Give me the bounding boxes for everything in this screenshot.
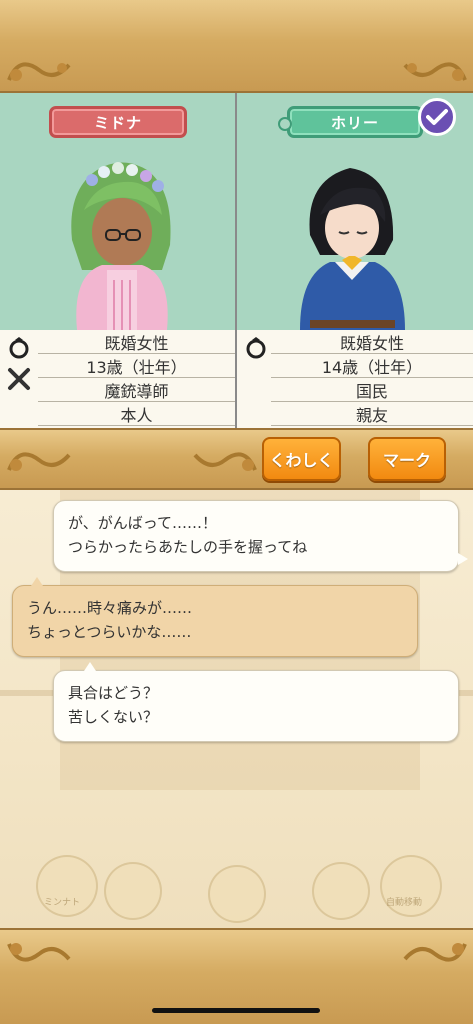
- ring-icon: [243, 336, 269, 360]
- home-indicator[interactable]: [152, 1008, 320, 1013]
- right-info-age: 14歳（壮年）: [271, 354, 473, 378]
- left-info-relation: 本人: [38, 402, 235, 426]
- dialog-line: 具合はどう？: [68, 684, 159, 702]
- ghost-help-button: [104, 862, 162, 920]
- dialog-line: つらかったらあたしの手を握ってね: [68, 538, 308, 556]
- left-info-age: 13歳（壮年）: [38, 354, 235, 378]
- bottom-frame: [0, 928, 473, 1024]
- right-info-relation: 親友: [271, 402, 473, 426]
- ring-icon: [6, 336, 32, 360]
- dialog-line: うん……時々痛みが……: [27, 599, 193, 617]
- corner-ornament-icon: [4, 934, 74, 974]
- corner-ornament-icon: [4, 440, 74, 480]
- ghost-up-button: [208, 865, 266, 923]
- right-character-info: 既婚女性 14歳（壮年） 国民 親友: [237, 330, 473, 428]
- dialog-line: 苦しくない？: [68, 708, 159, 726]
- crossed-guns-icon: [6, 367, 32, 391]
- dialog-bubble: うん……時々痛みが…… ちょっとつらいかな……: [12, 577, 418, 657]
- ghost-label-menu: ミンナト: [44, 898, 81, 908]
- left-info-status: 既婚女性: [38, 330, 235, 354]
- corner-ornament-icon: [4, 50, 74, 90]
- left-character-name: ミドナ: [49, 106, 187, 138]
- ghost-action-button: [312, 862, 370, 920]
- right-info-status: 既婚女性: [271, 330, 473, 354]
- corner-ornament-icon: [190, 440, 260, 480]
- dialog-line: ちょっとつらいかな……: [27, 623, 192, 641]
- left-info-job: 魔銃導師: [38, 378, 235, 402]
- mark-button[interactable]: マーク: [368, 437, 446, 481]
- dialog-bubble: が、がんばって……！ つらかったらあたしの手を握ってね: [53, 500, 468, 572]
- check-mark-icon[interactable]: [418, 98, 456, 136]
- details-button[interactable]: くわしく: [262, 437, 341, 481]
- dialog-bubble: 具合はどう？ 苦しくない？: [53, 662, 459, 742]
- right-character-name: ホリー: [278, 106, 423, 138]
- corner-ornament-icon: [400, 934, 470, 974]
- right-info-job: 国民: [271, 378, 473, 402]
- dialog-line: が、がんばって……！: [68, 514, 217, 532]
- ghost-label-auto: 自動移動: [386, 898, 423, 908]
- bubble-tail: [84, 662, 96, 671]
- left-character-info: 既婚女性 13歳（壮年） 魔銃導師 本人: [0, 330, 235, 428]
- corner-ornament-icon: [400, 50, 470, 90]
- top-frame: [0, 0, 473, 93]
- bubble-tail: [458, 553, 468, 565]
- right-character-avatar: [295, 160, 410, 330]
- left-character-avatar: [62, 150, 182, 330]
- bubble-tail: [31, 577, 43, 586]
